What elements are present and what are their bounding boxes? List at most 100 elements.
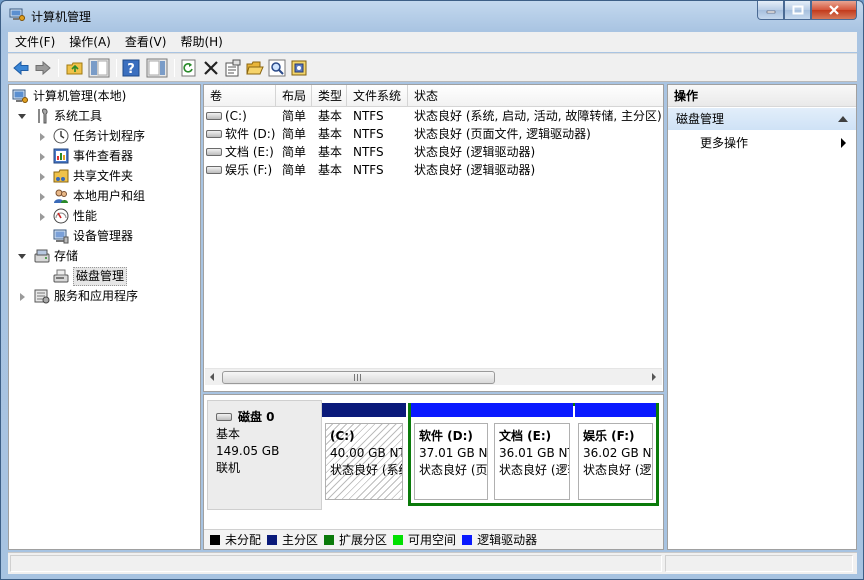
partition-name: 软件 (D:) [419,429,473,443]
tree-label: 本地用户和组 [73,189,146,203]
column-header-volume[interactable]: 卷 [204,85,276,107]
collapsed-arrow-icon[interactable] [40,173,45,181]
disk-management-icon [53,269,69,283]
tree-label: 性能 [73,209,98,223]
table-row[interactable]: 文档 (E:) 简单 基本 NTFS 状态良好 (逻辑驱动器) [204,143,663,161]
tree-label: 事件查看器 [73,149,134,163]
more-actions-label: 更多操作 [700,136,749,150]
back-icon[interactable] [12,59,30,77]
menu-help[interactable]: 帮助(H) [173,32,229,52]
settings-icon[interactable] [290,59,308,77]
partition-body: 娱乐 (F:) 36.02 GB NTFS 状态良好 (逻辑驱动器) [578,423,653,500]
tree-item-performance[interactable]: 性能 [38,207,198,226]
maximize-button[interactable] [784,1,811,20]
drive-icon [206,165,222,174]
menu-view[interactable]: 查看(V) [118,32,174,52]
minimize-icon [766,10,775,14]
menu-bar: 文件(F) 操作(A) 查看(V) 帮助(H) [8,32,857,52]
tree-item-local-users[interactable]: 本地用户和组 [38,187,198,206]
partition-c[interactable]: (C:) 40.00 GB NTFS 状态良好 (系统, 启动, 活动, 故障转… [322,403,406,503]
collapsed-arrow-icon[interactable] [40,133,45,141]
clock-icon [53,128,69,144]
help-icon[interactable]: ? [122,59,140,77]
volume-layout: 简单 [282,145,307,159]
disk-type: 基本 [216,427,241,441]
partition-f[interactable]: 娱乐 (F:) 36.02 GB NTFS 状态良好 (逻辑驱动器) [575,403,656,503]
tree-item-storage[interactable]: 存储 [18,247,198,266]
column-header-layout[interactable]: 布局 [276,85,312,107]
close-button[interactable] [811,1,857,20]
collapsed-arrow-icon[interactable] [20,293,25,301]
show-hide-action-pane-icon[interactable] [146,58,168,78]
tree-item-device-manager[interactable]: 设备管理器 [38,227,198,246]
performance-icon [53,208,69,224]
partition-body: 软件 (D:) 37.01 GB NTFS 状态良好 (页面文件, 逻辑驱动器) [414,423,488,500]
event-viewer-icon [53,148,69,164]
column-header-filesystem[interactable]: 文件系统 [347,85,408,107]
scrollbar-thumb[interactable] [222,371,495,384]
tree-item-shared-folders[interactable]: 共享文件夹 [38,167,198,186]
tree-item-event-viewer[interactable]: 事件查看器 [38,147,198,166]
users-icon [54,189,68,203]
table-row[interactable]: (C:) 简单 基本 NTFS 状态良好 (系统, 启动, 活动, 故障转储, … [204,107,663,125]
show-hide-tree-icon[interactable] [88,58,110,78]
table-row[interactable]: 软件 (D:) 简单 基本 NTFS 状态良好 (页面文件, 逻辑驱动器) [204,125,663,143]
partition-d[interactable]: 软件 (D:) 37.01 GB NTFS 状态良好 (页面文件, 逻辑驱动器) [411,403,491,503]
submenu-arrow-icon [841,138,846,148]
partition-body: (C:) 40.00 GB NTFS 状态良好 (系统, 启动, 活动, 故障转… [325,423,403,500]
window-controls [757,1,857,21]
volume-status: 状态良好 (页面文件, 逻辑驱动器) [414,127,591,141]
tree-item-task-scheduler[interactable]: 任务计划程序 [38,127,198,146]
drive-icon [206,111,222,120]
legend-item: 扩展分区 [324,531,387,548]
open-folder-icon[interactable] [246,59,264,77]
tree-item-system-tools[interactable]: 系统工具 [18,107,198,126]
volume-name: 文档 (E:) [225,145,274,159]
more-actions-item[interactable]: 更多操作 [668,133,856,153]
legend-swatch [393,534,404,545]
actions-section-disk-management[interactable]: 磁盘管理 [668,108,856,130]
disk-state: 联机 [216,461,241,475]
collapse-up-icon[interactable] [838,116,848,122]
properties-icon[interactable] [224,59,242,77]
up-folder-icon[interactable] [66,59,84,77]
horizontal-scrollbar[interactable] [205,368,662,385]
tree-item-computer-management[interactable]: 计算机管理(本地) [12,87,197,106]
title-bar[interactable]: 计算机管理 [1,1,863,31]
legend-label: 可用空间 [408,533,457,547]
toolbar-separator [58,59,59,77]
refresh-icon[interactable] [180,59,198,77]
table-row[interactable]: 娱乐 (F:) 简单 基本 NTFS 状态良好 (逻辑驱动器) [204,161,663,179]
forward-icon[interactable] [34,59,52,77]
delete-icon[interactable] [202,59,220,77]
partition-bar [491,403,573,417]
legend-swatch [210,534,220,545]
tree-label: 系统工具 [54,109,103,123]
collapsed-arrow-icon[interactable] [40,213,45,221]
menu-action[interactable]: 操作(A) [62,32,118,52]
legend-label: 未分配 [225,533,262,547]
disk-info-panel[interactable]: 磁盘 0 基本 149.05 GB 联机 [207,400,322,510]
volume-name: 娱乐 (F:) [225,163,273,177]
column-header-type[interactable]: 类型 [312,85,347,107]
expanded-arrow-icon[interactable] [18,254,26,259]
volume-type: 基本 [318,145,343,159]
tree-item-services-apps[interactable]: 服务和应用程序 [18,287,198,306]
minimize-button[interactable] [757,1,784,20]
tree-item-disk-management[interactable]: 磁盘管理 [38,267,198,286]
collapsed-arrow-icon[interactable] [40,153,45,161]
collapsed-arrow-icon[interactable] [40,193,45,201]
menu-file[interactable]: 文件(F) [8,32,62,52]
actions-section-label: 磁盘管理 [676,112,725,126]
expanded-arrow-icon[interactable] [18,114,26,119]
volume-status: 状态良好 (逻辑驱动器) [414,145,536,159]
computer-management-icon [9,8,25,21]
partition-e[interactable]: 文档 (E:) 36.01 GB NTFS 状态良好 (逻辑驱动器) [491,403,573,503]
partition-status: 状态良好 (系统, 启动, 活动, 故障转储, 主分区) [330,463,402,477]
scroll-left-icon[interactable] [210,373,214,381]
legend-label: 逻辑驱动器 [477,533,538,547]
column-header-status[interactable]: 状态 [408,85,663,107]
legend-swatch [462,534,473,545]
scroll-right-icon[interactable] [652,373,656,381]
search-icon[interactable] [268,59,286,77]
